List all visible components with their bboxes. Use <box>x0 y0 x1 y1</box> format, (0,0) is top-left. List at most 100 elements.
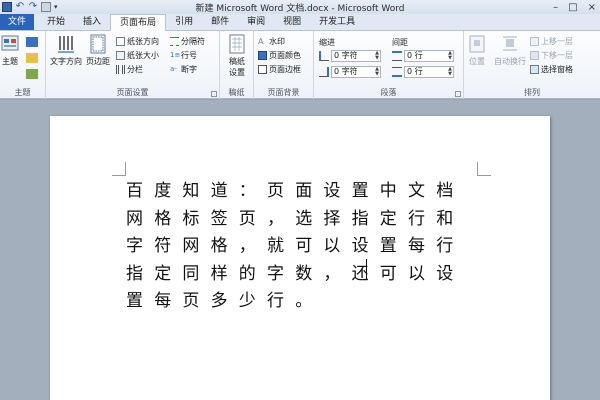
print-icon[interactable] <box>41 2 51 12</box>
paper-size-icon <box>116 51 125 60</box>
minimize-button[interactable]: – <box>553 2 558 13</box>
close-button[interactable]: × <box>588 2 596 13</box>
group-arrange: 位置 自动换行 上移一层 下移一层 选择窗格 排列 <box>464 31 600 99</box>
document-page[interactable]: 百度知道：页面设置中文档网格标签页，选择指定行和字符网格，就可以设置每行指定同样… <box>50 116 550 400</box>
group-label-page-background: 页面背景 <box>267 88 300 97</box>
themes-button[interactable]: 主题 <box>1 34 19 67</box>
redo-icon[interactable]: ↷ <box>28 2 38 12</box>
tab-page-layout[interactable]: 页面布局 <box>110 14 167 31</box>
bring-forward-button[interactable]: 上移一层 <box>530 36 573 47</box>
group-page-background: A 水印 页面颜色 页面边框 页面背景 <box>254 31 314 99</box>
send-backward-button[interactable]: 下移一层 <box>530 50 573 61</box>
orientation-icon <box>116 37 125 46</box>
indent-left-icon <box>319 51 329 61</box>
position-icon <box>469 35 485 53</box>
customize-qat-icon[interactable]: ▾ <box>54 2 64 12</box>
tab-insert[interactable]: 插入 <box>74 14 110 30</box>
group-label-page-setup: 页面设置 <box>116 88 149 97</box>
page-borders-icon <box>258 65 267 74</box>
columns-icon <box>116 65 125 74</box>
wrap-text-label: 自动换行 <box>494 57 526 66</box>
themes-label: 主题 <box>2 57 18 66</box>
maximize-button[interactable]: □ <box>568 2 577 13</box>
group-paragraph: 缩进 间距 0 字符 ▲ ▼ 0 字符 ▲ ▼ 0 行 ▲ ▼ 0 行 ▲ ▼ 段落 <box>314 31 464 99</box>
margin-corner-top-left <box>112 162 126 176</box>
position-button[interactable]: 位置 <box>468 34 486 67</box>
line-numbers-label: 行号 <box>181 51 197 60</box>
breaks-label: 分隔符 <box>181 37 205 46</box>
position-label: 位置 <box>469 57 485 66</box>
watermark-icon: A <box>258 37 264 46</box>
size-label: 纸张大小 <box>127 51 159 60</box>
theme-options-icon[interactable] <box>24 35 44 83</box>
tab-review[interactable]: 审阅 <box>238 14 274 30</box>
spacing-before-icon <box>392 51 402 61</box>
page-setup-launcher-icon[interactable] <box>211 91 217 97</box>
undo-icon[interactable]: ↶ <box>15 2 25 12</box>
margins-icon <box>90 34 106 54</box>
watermark-button[interactable]: A 水印 <box>258 36 285 47</box>
page-borders-button[interactable]: 页面边框 <box>258 64 301 75</box>
orientation-button[interactable]: 纸张方向 <box>116 36 159 47</box>
window-title: 新建 Microsoft Word 文档.docx - Microsoft Wo… <box>195 4 405 14</box>
quick-access-toolbar: ↶ ↷ ▾ <box>0 0 64 14</box>
group-label-themes: 主题 <box>14 88 31 97</box>
send-backward-label: 下移一层 <box>541 51 573 60</box>
spacing-before-input[interactable]: 0 行 ▲ ▼ <box>404 50 454 62</box>
manuscript-icon <box>229 34 245 54</box>
line-numbers-button[interactable]: 1≡ 行号 <box>170 50 197 61</box>
spacing-label: 间距 <box>392 38 408 47</box>
spacing-before-control: 0 行 ▲ ▼ <box>392 50 454 62</box>
margins-button[interactable]: 页边距 <box>86 34 110 67</box>
manuscript-settings-button[interactable]: 稿纸设置 <box>226 34 248 78</box>
tab-home[interactable]: 开始 <box>38 14 74 30</box>
wrap-text-button[interactable]: 自动换行 <box>494 34 526 67</box>
selection-pane-button[interactable]: 选择窗格 <box>530 64 573 75</box>
send-backward-icon <box>530 51 539 60</box>
ribbon: 主题 主题 文字方向 页边距 纸张方向 纸张大小 分栏 分隔符 1≡ 行号 a-… <box>0 31 600 99</box>
page-color-label: 页面颜色 <box>269 51 301 60</box>
title-bar: ↶ ↷ ▾ 新建 Microsoft Word 文档.docx - Micros… <box>0 0 600 14</box>
tab-file[interactable]: 文件 <box>0 14 35 30</box>
hyphenation-button[interactable]: a- 断字 <box>170 64 197 75</box>
document-area: 百度知道：页面设置中文档网格标签页，选择指定行和字符网格，就可以设置每行指定同样… <box>0 100 600 400</box>
indent-right-input[interactable]: 0 字符 ▲ ▼ <box>331 66 381 78</box>
orientation-label: 纸张方向 <box>127 37 159 46</box>
indent-left-control: 0 字符 ▲ ▼ <box>319 50 381 62</box>
text-direction-icon <box>58 36 74 53</box>
breaks-button[interactable]: 分隔符 <box>170 36 205 47</box>
group-label-paragraph: 段落 <box>380 88 397 97</box>
hyphenation-label: 断字 <box>181 65 197 74</box>
indent-right-icon <box>319 67 329 77</box>
spacing-after-input[interactable]: 0 行 ▲ ▼ <box>404 66 454 78</box>
bring-forward-label: 上移一层 <box>541 37 573 46</box>
text-direction-button[interactable]: 文字方向 <box>50 34 82 67</box>
margin-corner-top-right <box>477 162 491 176</box>
tab-developer[interactable]: 开发工具 <box>310 14 364 30</box>
selection-pane-label: 选择窗格 <box>541 65 573 74</box>
tab-references[interactable]: 引用 <box>166 14 202 30</box>
size-button[interactable]: 纸张大小 <box>116 50 159 61</box>
indent-left-input[interactable]: 0 字符 ▲ ▼ <box>331 50 381 62</box>
document-body-text[interactable]: 百度知道：页面设置中文档网格标签页，选择指定行和字符网格，就可以设置每行指定同样… <box>126 178 471 316</box>
group-label-manuscript: 稿纸 <box>228 88 245 97</box>
save-icon[interactable] <box>2 2 12 12</box>
columns-button[interactable]: 分栏 <box>116 64 143 75</box>
watermark-label: 水印 <box>269 37 285 46</box>
page-color-button[interactable]: 页面颜色 <box>258 50 301 61</box>
group-manuscript: 稿纸设置 稿纸 <box>220 31 254 99</box>
tab-view[interactable]: 视图 <box>274 14 310 30</box>
ribbon-tabs: 文件 开始 插入 页面布局 引用 邮件 审阅 视图 开发工具 <box>0 14 600 31</box>
manuscript-label: 稿纸设置 <box>229 57 245 77</box>
wrap-text-icon <box>503 36 517 51</box>
line-numbers-icon: 1≡ <box>170 51 181 59</box>
window-controls: – □ × <box>553 0 596 14</box>
indent-right-control: 0 字符 ▲ ▼ <box>319 66 381 78</box>
tab-mailings[interactable]: 邮件 <box>202 14 238 30</box>
columns-label: 分栏 <box>127 65 143 74</box>
spacing-after-icon <box>392 67 402 77</box>
group-label-arrange: 排列 <box>524 88 540 97</box>
page-borders-label: 页面边框 <box>269 65 301 74</box>
paragraph-launcher-icon[interactable] <box>455 91 461 97</box>
text-direction-label: 文字方向 <box>50 57 82 66</box>
